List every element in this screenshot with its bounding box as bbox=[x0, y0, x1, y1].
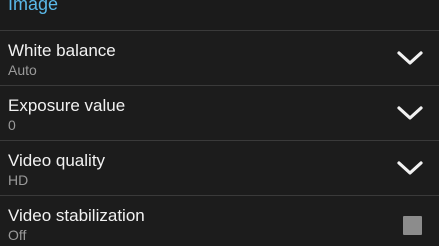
setting-title: White balance bbox=[8, 41, 116, 60]
setting-value: Auto bbox=[8, 62, 37, 78]
setting-row-video-quality[interactable]: Video quality HD bbox=[0, 141, 439, 195]
section-header: Image bbox=[8, 0, 439, 30]
setting-title: Video quality bbox=[8, 151, 106, 170]
section-title: Image bbox=[8, 0, 59, 14]
setting-row-exposure-value[interactable]: Exposure value 0 bbox=[0, 86, 439, 140]
setting-row-white-balance[interactable]: White balance Auto bbox=[0, 31, 439, 85]
setting-title: Video stabilization bbox=[8, 206, 145, 225]
chevron-down-icon[interactable] bbox=[397, 49, 423, 67]
setting-value: 0 bbox=[8, 117, 16, 133]
setting-value: HD bbox=[8, 172, 29, 188]
setting-row-video-stabilization[interactable]: Video stabilization Off bbox=[0, 196, 439, 246]
chevron-down-icon[interactable] bbox=[397, 159, 423, 177]
camera-settings-screen: Image White balance Auto Exposure value … bbox=[0, 0, 439, 246]
chevron-down-icon[interactable] bbox=[397, 104, 423, 122]
video-stabilization-checkbox[interactable] bbox=[403, 216, 422, 235]
setting-title: Exposure value bbox=[8, 96, 126, 115]
setting-value: Off bbox=[8, 227, 27, 243]
